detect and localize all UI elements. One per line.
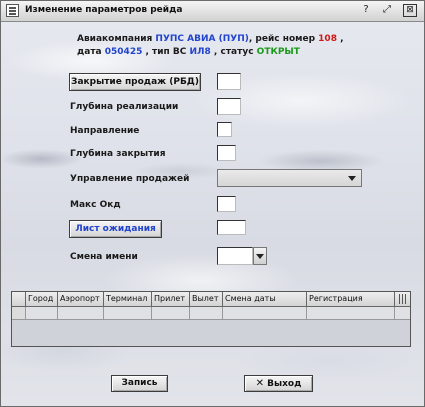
table-cell[interactable] <box>190 307 223 319</box>
info-text: Авиакомпания <box>77 34 156 44</box>
table-header: Город Аэропорт Терминал Прилет Вылет Сме… <box>12 292 410 307</box>
depth-sale-field[interactable] <box>217 98 241 115</box>
column-header-registration[interactable]: Регистрация <box>307 292 395 306</box>
column-header-terminal[interactable]: Терминал <box>104 292 152 306</box>
column-header-date-change[interactable]: Смена даты <box>223 292 307 306</box>
airports-table: Город Аэропорт Терминал Прилет Вылет Сме… <box>11 291 411 347</box>
table-empty-area <box>12 320 410 332</box>
close-sales-field[interactable] <box>217 73 241 90</box>
depth-close-field[interactable] <box>217 145 236 161</box>
table-row[interactable] <box>12 307 410 320</box>
waitlist-button[interactable]: Лист ожидания <box>69 220 162 238</box>
column-header-departure[interactable]: Вылет <box>190 292 223 306</box>
window-title: Изменение параметров рейда <box>25 5 183 15</box>
chevron-down-icon <box>348 176 356 181</box>
column-header-arrival[interactable]: Прилет <box>152 292 190 306</box>
max-okd-label: Макс Окд <box>70 200 121 210</box>
depth-sale-label: Глубина реализации <box>70 102 179 112</box>
info-text: , статус <box>210 47 257 57</box>
name-change-value[interactable] <box>217 247 253 265</box>
table-cell[interactable] <box>307 307 395 319</box>
flight-status: ОТКРЫТ <box>256 47 300 57</box>
table-cell[interactable] <box>26 307 58 319</box>
flight-date: 050425 <box>104 47 143 57</box>
sales-mgmt-label: Управление продажей <box>70 174 190 184</box>
table-cell[interactable] <box>152 307 190 319</box>
table-cell[interactable] <box>58 307 104 319</box>
close-sales-button[interactable]: Закрытие продаж (РБД) <box>69 73 201 91</box>
window-menu-icon[interactable] <box>6 4 19 17</box>
direction-checkbox[interactable] <box>217 122 232 137</box>
exit-button[interactable]: ✕ Выход <box>244 375 313 392</box>
name-change-label: Смена имени <box>70 252 138 262</box>
row-marker-header <box>12 292 26 306</box>
flight-info-line-2: дата 050425 , тип ВС ИЛ8 , статус ОТКРЫТ <box>77 47 300 57</box>
column-resize-handle[interactable] <box>395 292 410 306</box>
waitlist-field[interactable] <box>217 220 246 235</box>
aircraft-type: ИЛ8 <box>189 47 211 57</box>
column-header-city[interactable]: Город <box>26 292 58 306</box>
table-cell[interactable] <box>223 307 307 319</box>
name-change-dropdown[interactable] <box>217 247 267 265</box>
minimize-icon[interactable]: ? <box>359 4 373 17</box>
sales-mgmt-dropdown[interactable] <box>217 169 362 187</box>
exit-button-label: Выход <box>267 379 302 389</box>
airline-name: ПУПС АВИА (ПУП) <box>155 34 249 44</box>
close-icon[interactable]: ⊠ <box>403 4 417 17</box>
chevron-down-icon <box>256 254 264 259</box>
info-text: дата <box>77 47 105 57</box>
maximize-icon[interactable]: ⤢ <box>380 4 394 17</box>
name-change-dropdown-button[interactable] <box>253 247 267 265</box>
flight-params-window: Изменение параметров рейда ? ⤢ ⊠ Авиаком… <box>0 0 425 407</box>
close-x-icon: ✕ <box>255 378 264 389</box>
flight-info-line-1: Авиакомпания ПУПС АВИА (ПУП), рейс номер… <box>77 34 344 44</box>
row-marker[interactable] <box>12 307 26 319</box>
info-text: , <box>336 34 344 44</box>
info-text: , тип ВС <box>142 47 190 57</box>
depth-close-label: Глубина закрытия <box>70 149 166 159</box>
direction-label: Направление <box>70 126 140 136</box>
max-okd-field[interactable] <box>217 196 236 212</box>
info-text: , рейс номер <box>248 34 319 44</box>
save-button[interactable]: Запись <box>111 375 168 392</box>
table-cell[interactable] <box>104 307 152 319</box>
flight-number: 108 <box>318 34 337 44</box>
column-header-airport[interactable]: Аэропорт <box>58 292 104 306</box>
title-bar: Изменение параметров рейда ? ⤢ ⊠ <box>1 1 424 22</box>
